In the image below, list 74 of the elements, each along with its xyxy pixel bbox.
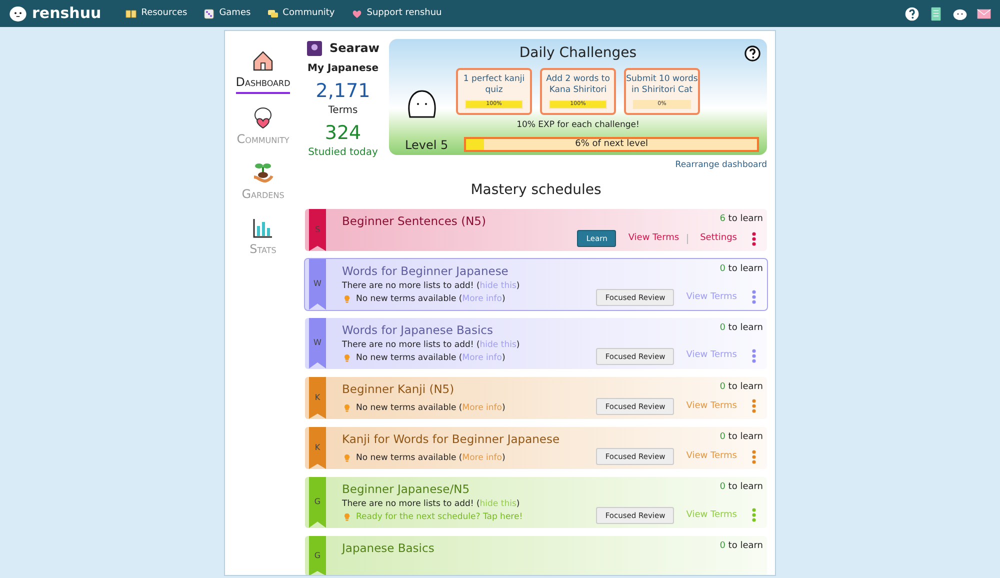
help-icon[interactable]: [744, 45, 761, 62]
view-terms-link[interactable]: View Terms: [628, 232, 680, 246]
to-learn-count: 0 to learn: [720, 263, 763, 276]
username: Searaw: [330, 40, 380, 57]
schedule-title[interactable]: Beginner Sentences (N5): [342, 212, 486, 230]
challenge-text: Add 2 words to Kana Shiritori: [545, 74, 611, 96]
lightbulb-icon: [342, 294, 352, 305]
level-reading: 6% of next level: [574, 139, 649, 150]
schedule-title[interactable]: Beginner Kanji (N5): [342, 380, 454, 398]
nav-link[interactable]: Resources: [125, 6, 188, 20]
help-icon[interactable]: [904, 6, 920, 22]
to-learn-count: 0 to learn: [720, 380, 763, 394]
studied-count: 324: [324, 122, 362, 145]
terms-count: 2,171: [316, 80, 370, 103]
to-learn-count: 0 to learn: [720, 540, 763, 553]
sidebar-link[interactable]: Stats: [250, 240, 276, 259]
more-options-icon[interactable]: [751, 399, 757, 414]
schedule-letter-ribbon: W: [309, 318, 326, 368]
studied-label: Studied today: [308, 146, 378, 160]
chat-bubbles-icon: [266, 8, 279, 20]
level-label: Level 5: [405, 136, 448, 154]
schedule-letter-ribbon: K: [309, 376, 326, 419]
schedule-letter-ribbon: G: [309, 536, 326, 575]
lightbulb-icon: [342, 453, 352, 464]
schedule-title[interactable]: Words for Japanese Basics: [342, 322, 493, 339]
schedule-title[interactable]: Beginner Japanese/N5: [342, 481, 470, 498]
mascot-drawing: [406, 89, 438, 119]
section-title: Mastery schedules: [470, 180, 602, 200]
to-learn-count: 0 to learn: [720, 430, 763, 444]
sidebar-link[interactable]: Gardens: [242, 185, 284, 204]
sidebar-link[interactable]: Community: [236, 130, 290, 149]
mascot-logo-icon: [8, 4, 28, 24]
schedule-letter-ribbon: W: [309, 259, 326, 310]
no-more-lists-notice: There are no more lists to add! (hide this): [342, 498, 520, 511]
more-options-icon[interactable]: [751, 450, 757, 464]
lightbulb-icon: [342, 402, 352, 414]
more-options-icon[interactable]: [751, 232, 757, 246]
house-icon: [250, 49, 275, 73]
more-options-icon[interactable]: [751, 349, 757, 363]
schedule-letter-ribbon: K: [309, 426, 326, 469]
no-new-terms-notice: No new terms available (More info): [356, 293, 506, 306]
settings-link[interactable]: Settings: [700, 232, 737, 246]
site-logo-text[interactable]: renshuu: [32, 2, 102, 25]
rearrange-dashboard-link[interactable]: Rearrange dashboard: [675, 159, 767, 172]
schedule-title[interactable]: Kanji for Words for Beginner Japanese: [342, 430, 560, 448]
challenge-text: Submit 10 words in Shiritori Cat: [626, 74, 698, 96]
no-new-terms-notice: No new terms available (More info): [356, 452, 506, 465]
no-new-terms-notice: No new terms available (More info): [356, 352, 506, 364]
lightbulb-icon: [342, 352, 352, 364]
nav-link[interactable]: Support renshuu: [350, 6, 442, 20]
schedule-letter-ribbon: G: [309, 477, 326, 528]
schedule-title[interactable]: Words for Beginner Japanese: [342, 263, 508, 280]
book-icon: [125, 8, 138, 20]
to-learn-count: 6 to learn: [720, 212, 763, 226]
no-more-lists-notice: There are no more lists to add! (hide this): [342, 339, 520, 352]
more-options-icon[interactable]: [751, 290, 757, 304]
bonus-note: 10% EXP for each challenge!: [516, 119, 640, 132]
terms-label: Terms: [328, 104, 358, 118]
to-learn-count: 0 to learn: [720, 481, 763, 494]
no-new-terms-notice: No new terms available (More info): [356, 402, 506, 415]
avatar-icon: [306, 40, 322, 56]
challenge-text: 1 perfect kanji quiz: [462, 74, 526, 96]
lightbulb-icon: [342, 512, 352, 523]
no-more-lists-notice: There are no more lists to add! (hide this): [342, 280, 520, 293]
profile-subtitle: My Japanese: [308, 62, 378, 76]
nav-link[interactable]: Games: [203, 6, 251, 20]
sidebar-link[interactable]: Dashboard: [236, 73, 290, 94]
bar-chart-icon: [250, 216, 275, 240]
schedule-letter-ribbon: S: [309, 208, 326, 251]
daily-challenges-title: Daily Challenges: [519, 44, 637, 63]
schedule-title[interactable]: Japanese Basics: [342, 540, 434, 557]
dice-icon: [203, 8, 216, 20]
nav-link[interactable]: Community: [266, 6, 335, 20]
to-learn-count: 0 to learn: [720, 322, 763, 335]
